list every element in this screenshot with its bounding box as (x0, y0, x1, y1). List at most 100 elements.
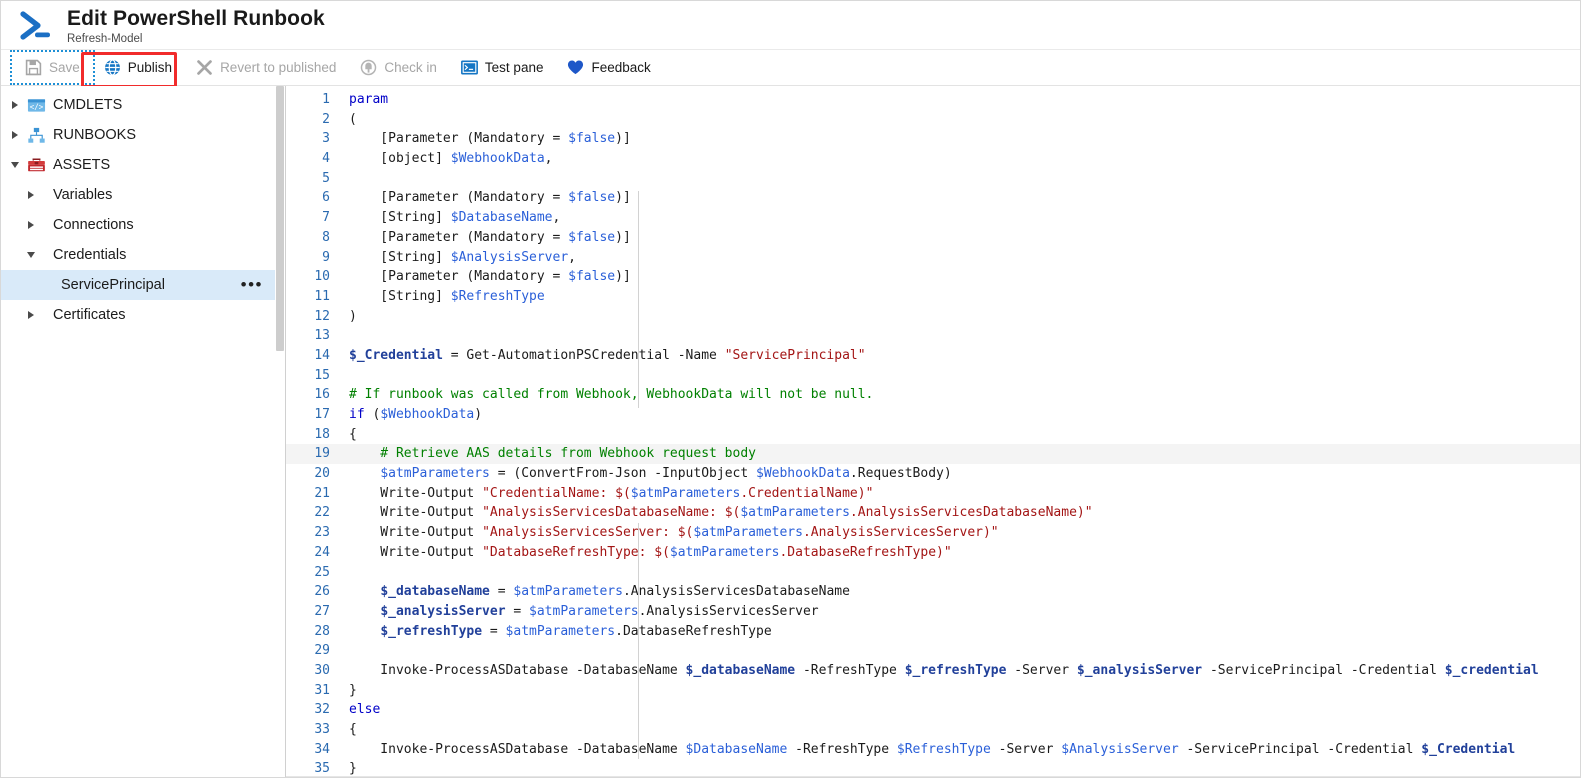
code-line[interactable]: 27 $_analysisServer = $atmParameters.Ana… (286, 602, 1580, 622)
sidebar-item-connections[interactable]: Connections (1, 210, 285, 240)
code-lines[interactable]: 1param2(3 [Parameter (Mandatory = $false… (286, 90, 1580, 777)
code-line-text[interactable] (341, 641, 1580, 661)
code-line[interactable]: 19 # Retrieve AAS details from Webhook r… (286, 444, 1580, 464)
code-line-text[interactable]: param (341, 90, 1580, 110)
code-line[interactable]: 26 $_databaseName = $atmParameters.Analy… (286, 582, 1580, 602)
code-line[interactable]: 5 (286, 169, 1580, 189)
code-line[interactable]: 1param (286, 90, 1580, 110)
code-line[interactable]: 12) (286, 307, 1580, 327)
sidebar-scrollbar[interactable] (275, 86, 285, 777)
code-line-text[interactable]: ( (341, 110, 1580, 130)
chevron-right-icon[interactable] (23, 217, 39, 233)
code-line[interactable]: 30 Invoke-ProcessASDatabase -DatabaseNam… (286, 661, 1580, 681)
code-line-text[interactable] (341, 326, 1580, 346)
sidebar-scrollbar-thumb[interactable] (276, 86, 284, 351)
code-line-text[interactable]: $_analysisServer = $atmParameters.Analys… (341, 602, 1580, 622)
code-line[interactable]: 18{ (286, 425, 1580, 445)
code-line[interactable]: 6 [Parameter (Mandatory = $false)] (286, 188, 1580, 208)
sidebar-item-cmdlets[interactable]: </> CMDLETS (1, 90, 285, 120)
chevron-right-icon[interactable] (7, 97, 23, 113)
code-line-text[interactable] (341, 563, 1580, 583)
code-editor[interactable]: 1param2(3 [Parameter (Mandatory = $false… (286, 86, 1580, 777)
code-line-text[interactable]: $_refreshType = $atmParameters.DatabaseR… (341, 622, 1580, 642)
code-line-text[interactable]: [String] $RefreshType (341, 287, 1580, 307)
code-line[interactable]: 2( (286, 110, 1580, 130)
code-line-text[interactable]: [Parameter (Mandatory = $false)] (341, 228, 1580, 248)
code-line-text[interactable]: else (341, 700, 1580, 720)
code-line-text[interactable]: Write-Output "CredentialName: $($atmPara… (341, 484, 1580, 504)
chevron-right-icon[interactable] (7, 127, 23, 143)
code-line[interactable]: 29 (286, 641, 1580, 661)
test-pane-button[interactable]: Test pane (449, 53, 556, 82)
sidebar-item-assets[interactable]: ASSETS (1, 150, 285, 180)
code-line-text[interactable]: Write-Output "AnalysisServicesServer: $(… (341, 523, 1580, 543)
sidebar-item-certificates[interactable]: Certificates (1, 300, 285, 330)
code-line[interactable]: 32else (286, 700, 1580, 720)
code-line[interactable]: 14$_Credential = Get-AutomationPSCredent… (286, 346, 1580, 366)
code-line[interactable]: 33{ (286, 720, 1580, 740)
chevron-right-icon[interactable] (23, 307, 39, 323)
code-line[interactable]: 9 [String] $AnalysisServer, (286, 248, 1580, 268)
code-line[interactable]: 28 $_refreshType = $atmParameters.Databa… (286, 622, 1580, 642)
code-line[interactable]: 24 Write-Output "DatabaseRefreshType: $(… (286, 543, 1580, 563)
code-line[interactable]: 35} (286, 759, 1580, 777)
code-line[interactable]: 25 (286, 563, 1580, 583)
context-menu-ellipsis-icon[interactable]: ••• (241, 280, 263, 290)
code-line[interactable]: 31} (286, 681, 1580, 701)
code-line[interactable]: 15 (286, 366, 1580, 386)
check-in-button[interactable]: Check in (348, 53, 449, 82)
sidebar-item-variables[interactable]: Variables (1, 180, 285, 210)
code-line-text[interactable]: { (341, 425, 1580, 445)
code-line-text[interactable]: } (341, 681, 1580, 701)
sidebar-item-runbooks[interactable]: RUNBOOKS (1, 120, 285, 150)
code-line-text[interactable]: [Parameter (Mandatory = $false)] (341, 129, 1580, 149)
sidebar-item-credentials[interactable]: Credentials (1, 240, 285, 270)
code-line[interactable]: 20 $atmParameters = (ConvertFrom-Json -I… (286, 464, 1580, 484)
code-line[interactable]: 17if ($WebhookData) (286, 405, 1580, 425)
code-line-text[interactable]: Write-Output "DatabaseRefreshType: $($at… (341, 543, 1580, 563)
code-line-text[interactable] (341, 169, 1580, 189)
code-line-text[interactable]: ) (341, 307, 1580, 327)
code-line[interactable]: 10 [Parameter (Mandatory = $false)] (286, 267, 1580, 287)
code-line-text[interactable]: [Parameter (Mandatory = $false)] (341, 188, 1580, 208)
code-line-text[interactable]: { (341, 720, 1580, 740)
code-token: $AnalysisServer (1061, 742, 1178, 757)
code-line-text[interactable]: [String] $AnalysisServer, (341, 248, 1580, 268)
code-line[interactable]: 7 [String] $DatabaseName, (286, 208, 1580, 228)
code-line[interactable]: 3 [Parameter (Mandatory = $false)] (286, 129, 1580, 149)
code-line[interactable]: 23 Write-Output "AnalysisServicesServer:… (286, 523, 1580, 543)
code-line[interactable]: 16# If runbook was called from Webhook, … (286, 385, 1580, 405)
code-line-text[interactable]: Invoke-ProcessASDatabase -DatabaseName $… (341, 740, 1580, 760)
chevron-down-icon[interactable] (7, 157, 23, 173)
code-line-text[interactable]: [String] $DatabaseName, (341, 208, 1580, 228)
code-line-text[interactable]: } (341, 759, 1580, 777)
code-line-text[interactable]: [object] $WebhookData, (341, 149, 1580, 169)
code-line[interactable]: 4 [object] $WebhookData, (286, 149, 1580, 169)
publish-button[interactable]: Publish (92, 53, 184, 82)
code-line-text[interactable]: Write-Output "AnalysisServicesDatabaseNa… (341, 503, 1580, 523)
revert-to-published-button[interactable]: Revert to published (184, 53, 348, 82)
code-line-text[interactable] (341, 366, 1580, 386)
sidebar-item-serviceprincipal[interactable]: ServicePrincipal ••• (1, 270, 285, 300)
code-token: "AnalysisServicesServer: $( (482, 525, 693, 540)
save-button[interactable]: Save (13, 53, 92, 82)
code-line-text[interactable]: # If runbook was called from Webhook, We… (341, 385, 1580, 405)
code-line[interactable]: 22 Write-Output "AnalysisServicesDatabas… (286, 503, 1580, 523)
code-line[interactable]: 34 Invoke-ProcessASDatabase -DatabaseNam… (286, 740, 1580, 760)
code-line-text[interactable]: $_Credential = Get-AutomationPSCredentia… (341, 346, 1580, 366)
code-line-text[interactable]: # Retrieve AAS details from Webhook requ… (341, 444, 1580, 464)
feedback-button[interactable]: Feedback (555, 53, 662, 82)
code-line-text[interactable]: Invoke-ProcessASDatabase -DatabaseName $… (341, 661, 1580, 681)
code-line-text[interactable]: $atmParameters = (ConvertFrom-Json -Inpu… (341, 464, 1580, 484)
code-line[interactable]: 11 [String] $RefreshType (286, 287, 1580, 307)
chevron-down-icon[interactable] (23, 247, 39, 263)
code-line[interactable]: 8 [Parameter (Mandatory = $false)] (286, 228, 1580, 248)
code-line-text[interactable]: if ($WebhookData) (341, 405, 1580, 425)
code-token: [Parameter (Mandatory = (349, 230, 568, 245)
code-line[interactable]: 21 Write-Output "CredentialName: $($atmP… (286, 484, 1580, 504)
code-line-text[interactable]: $_databaseName = $atmParameters.Analysis… (341, 582, 1580, 602)
code-line-text[interactable]: [Parameter (Mandatory = $false)] (341, 267, 1580, 287)
code-line[interactable]: 13 (286, 326, 1580, 346)
code-token: $_analysisServer (380, 604, 505, 619)
chevron-right-icon[interactable] (23, 187, 39, 203)
